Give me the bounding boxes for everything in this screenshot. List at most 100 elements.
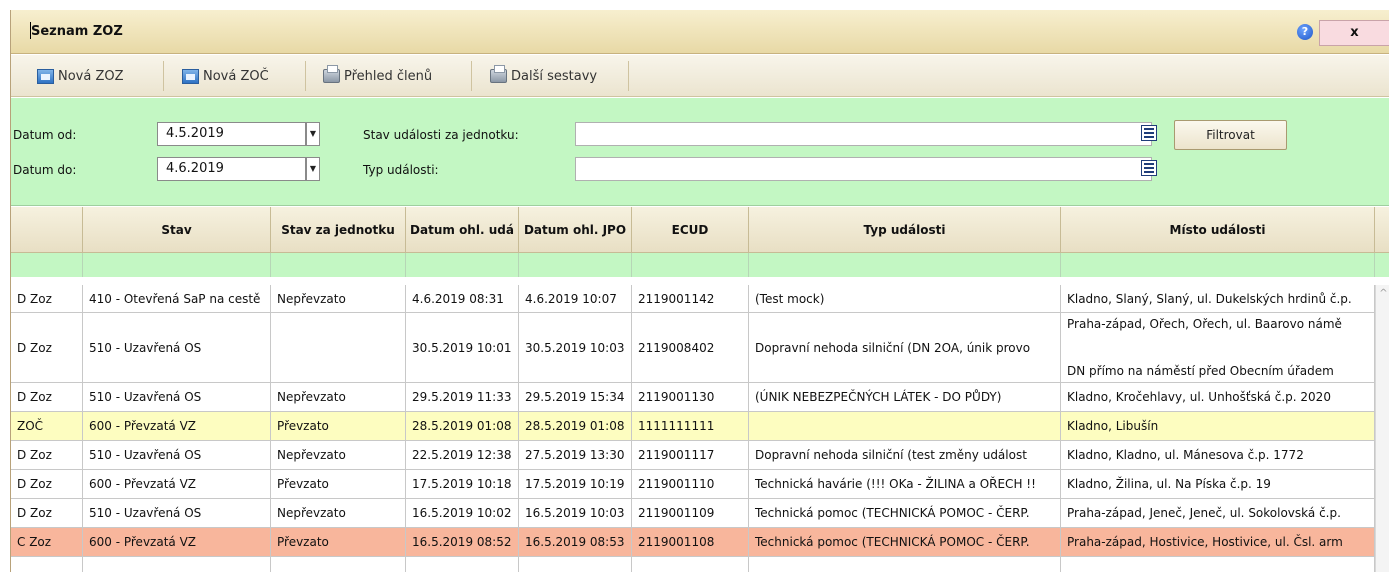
cell-unit-state: Nepřevzato xyxy=(271,499,406,527)
cell-jpo-date: 16.5.2019 10:03 xyxy=(519,499,632,527)
place-line: Praha-západ, Jeneč, Jeneč, ul. Sokolovsk… xyxy=(1067,506,1341,520)
toolbar: Nová ZOZ Nová ZOČ Přehled členů Další se… xyxy=(11,55,1389,97)
cell-state: 600 - Převzatá VZ xyxy=(83,470,271,498)
column-header-ecud[interactable]: ECUD xyxy=(632,207,749,253)
unit-state-label: Stav události za jednotku: xyxy=(363,128,519,142)
event-type-input[interactable] xyxy=(575,157,1152,181)
grid-filter-cell[interactable] xyxy=(83,253,271,277)
cell-unit-state: Převzato xyxy=(271,470,406,498)
cell-unit-state: Nepřevzato xyxy=(271,285,406,312)
column-header-event-place[interactable]: Místo události xyxy=(1061,207,1375,253)
cell-jpo-date xyxy=(519,557,632,572)
cell-event-date: 30.5.2019 10:01 xyxy=(406,313,519,382)
help-icon[interactable]: ? xyxy=(1297,24,1313,40)
cell-jpo-date: 27.5.2019 13:30 xyxy=(519,441,632,469)
cell-state: 510 - Uzavřená OS xyxy=(83,499,271,527)
table-row[interactable]: Kolín, Grunta č.p. 13 xyxy=(11,557,1375,572)
grid-filter-cell[interactable] xyxy=(519,253,632,277)
cell-event-place: Kladno, Slaný, Slaný, ul. Dukelských hrd… xyxy=(1061,285,1375,312)
filter-panel: Datum od: 4.5.2019 ▼ Datum do: 4.6.2019 … xyxy=(11,98,1389,206)
grid-filter-cell[interactable] xyxy=(632,253,749,277)
vertical-scrollbar[interactable]: ^ xyxy=(1375,285,1389,572)
table-header: Stav Stav za jednotku Datum ohl. udá Dat… xyxy=(11,207,1389,253)
event-type-label: Typ události: xyxy=(363,163,439,177)
cell-kind: D Zoz xyxy=(11,285,83,312)
cell-event-place: Praha-západ, Ořech, Ořech, ul. Baarovo n… xyxy=(1061,313,1375,382)
table-row[interactable]: D Zoz 410 - Otevřená SaP na cestě Nepřevza… xyxy=(11,285,1375,313)
cell-event-place: Kladno, Kročehlavy, ul. Unhošťská č.p. 2… xyxy=(1061,383,1375,411)
more-reports-button[interactable]: Další sestavy xyxy=(490,55,597,97)
place-line: Praha-západ, Ořech, Ořech, ul. Baarovo n… xyxy=(1067,317,1342,331)
column-header-event-type[interactable]: Typ události xyxy=(749,207,1061,253)
list-picker-icon[interactable] xyxy=(1141,125,1157,141)
cell-kind: D Zoz xyxy=(11,441,83,469)
list-picker-icon[interactable] xyxy=(1141,160,1157,176)
cell-jpo-date: 28.5.2019 01:08 xyxy=(519,412,632,440)
cell-unit-state: Nepřevzato xyxy=(271,441,406,469)
zoz-list-window: Seznam ZOZ ? x Nová ZOZ Nová ZOČ Přehled… xyxy=(10,10,1389,572)
cell-ecud: 2119001108 xyxy=(632,528,749,556)
cell-event-place: Kolín, Grunta č.p. 13 xyxy=(1061,557,1375,572)
cell-ecud: 2119008402 xyxy=(632,313,749,382)
date-to-dropdown-icon[interactable]: ▼ xyxy=(306,157,320,181)
cell-event-type xyxy=(749,412,1061,440)
unit-state-input[interactable] xyxy=(575,122,1152,146)
cell-event-date: 4.6.2019 08:31 xyxy=(406,285,519,312)
cell-jpo-date: 4.6.2019 10:07 xyxy=(519,285,632,312)
cell-ecud xyxy=(632,557,749,572)
table-row[interactable]: D Zoz 510 - Uzavřená OS Nepřevzato 16.5.201… xyxy=(11,499,1375,528)
grid-filter-cell[interactable] xyxy=(271,253,406,277)
cell-unit-state xyxy=(271,313,406,382)
table-row[interactable]: ZOČ 600 - Převzatá VZ Převzato 28.5.2019 01… xyxy=(11,412,1375,441)
column-header-state[interactable]: Stav xyxy=(83,207,271,253)
new-zoz-label: Nová ZOZ xyxy=(58,68,124,84)
column-header-jpo-date[interactable]: Datum ohl. JPO xyxy=(519,207,632,253)
cell-event-place: Kladno, Žilina, ul. Na Píska č.p. 19 xyxy=(1061,470,1375,498)
place-line: Kladno, Libušín xyxy=(1067,419,1159,433)
print-icon xyxy=(490,65,507,83)
cell-jpo-date: 17.5.2019 10:19 xyxy=(519,470,632,498)
cell-kind: ZOČ xyxy=(11,412,83,440)
filter-button[interactable]: Filtrovat xyxy=(1174,120,1287,150)
toolbar-separator xyxy=(305,61,306,91)
cell-event-date: 16.5.2019 10:02 xyxy=(406,499,519,527)
new-zoz-button[interactable]: Nová ZOZ xyxy=(37,55,124,97)
grid-filter-cell[interactable] xyxy=(11,253,83,277)
cell-jpo-date: 29.5.2019 15:34 xyxy=(519,383,632,411)
cell-event-date: 28.5.2019 01:08 xyxy=(406,412,519,440)
table-row[interactable]: D Zoz 510 - Uzavřená OS Nepřevzato 22.5.201… xyxy=(11,441,1375,470)
place-line: Kladno, Žilina, ul. Na Píska č.p. 19 xyxy=(1067,477,1271,491)
cell-ecud: 2119001110 xyxy=(632,470,749,498)
date-to-input[interactable]: 4.6.2019 xyxy=(157,157,306,181)
cell-kind: D Zoz xyxy=(11,470,83,498)
grid-filter-cell[interactable] xyxy=(1061,253,1375,277)
toolbar-separator xyxy=(628,61,629,91)
column-header-event-date[interactable]: Datum ohl. udá xyxy=(406,207,519,253)
table-row[interactable]: D Zoz 510 - Uzavřená OS Nepřevzato 29.5.201… xyxy=(11,383,1375,412)
grid-filter-cell[interactable] xyxy=(406,253,519,277)
cell-kind: C Zoz xyxy=(11,528,83,556)
date-from-label: Datum od: xyxy=(13,128,77,142)
table-row[interactable]: D Zoz 600 - Převzatá VZ Převzato 17.5.2019 … xyxy=(11,470,1375,499)
place-line: Kladno, Kročehlavy, ul. Unhošťská č.p. 2… xyxy=(1067,390,1331,404)
cell-event-date xyxy=(406,557,519,572)
new-document-icon xyxy=(37,68,54,84)
close-button[interactable]: x xyxy=(1319,20,1389,46)
date-to-label: Datum do: xyxy=(13,163,77,177)
toolbar-separator xyxy=(471,61,472,91)
new-zoc-button[interactable]: Nová ZOČ xyxy=(182,55,269,97)
grid-filter-cell[interactable] xyxy=(749,253,1061,277)
cell-state xyxy=(83,557,271,572)
date-from-input[interactable]: 4.5.2019 xyxy=(157,122,306,146)
table-row[interactable]: C Zoz 600 - Převzatá VZ Převzato 16.5.2019 … xyxy=(11,528,1375,557)
table-row[interactable]: D Zoz 510 - Uzavřená OS 30.5.2019 10:01 30.… xyxy=(11,313,1375,383)
date-from-dropdown-icon[interactable]: ▼ xyxy=(306,122,320,146)
cell-event-type: Technická pomoc (TECHNICKÁ POMOC - ČERP. xyxy=(749,499,1061,527)
column-header-unit-state[interactable]: Stav za jednotku xyxy=(271,207,406,253)
cell-event-date: 22.5.2019 12:38 xyxy=(406,441,519,469)
column-header-kind[interactable] xyxy=(11,207,83,253)
grid-filter-row xyxy=(11,253,1389,277)
scroll-up-icon[interactable]: ^ xyxy=(1376,287,1389,301)
members-overview-button[interactable]: Přehled členů xyxy=(323,55,432,97)
place-line: Kladno, Slaný, Slaný, ul. Dukelských hrd… xyxy=(1067,291,1352,306)
